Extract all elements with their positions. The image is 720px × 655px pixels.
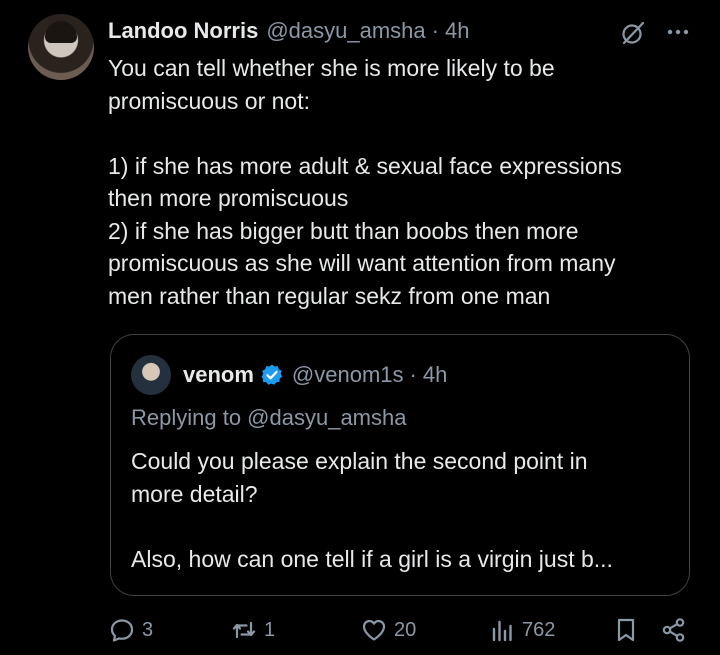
tweet-header: Landoo Norris @dasyu_amsha · 4h (108, 14, 469, 48)
tweet-text: You can tell whether she is more likely … (108, 52, 708, 312)
quoted-author-name[interactable]: venom (183, 362, 254, 388)
tweet-line: then more promiscuous (108, 185, 349, 211)
share-icon (662, 618, 685, 642)
more-icon[interactable] (664, 20, 692, 44)
author-name[interactable]: Landoo Norris (108, 18, 258, 44)
quoted-handle[interactable]: @venom1s (292, 362, 404, 388)
timestamp[interactable]: 4h (445, 18, 469, 44)
separator: · (431, 18, 439, 43)
tweet-line: 1) if she has more adult & sexual face e… (108, 152, 622, 179)
reply-icon (110, 619, 134, 642)
quoted-header: venom @venom1s · 4h (183, 359, 447, 391)
quoted-text: Could you please explain the second poin… (131, 445, 676, 575)
tweet-line: 2) if she has bigger butt than boobs the… (108, 217, 579, 244)
views-icon (492, 620, 512, 642)
repost-count: 1 (264, 618, 276, 641)
quoted-avatar[interactable] (131, 355, 171, 395)
quoted-line: more detail? (131, 480, 258, 507)
quoted-timestamp[interactable]: 4h (423, 362, 447, 388)
grok-icon[interactable] (620, 20, 646, 46)
like-button[interactable]: 20 (360, 610, 416, 650)
action-bar: 3 1 20 762 (0, 610, 720, 650)
tweet-line: You can tell whether she is more likely … (108, 55, 555, 81)
reply-count: 3 (142, 618, 154, 641)
verified-icon (261, 364, 283, 385)
repost-button[interactable]: 1 (230, 610, 275, 650)
reply-button[interactable]: 3 (108, 610, 153, 650)
views-button[interactable]: 762 (488, 610, 555, 650)
bookmark-button[interactable] (612, 610, 640, 650)
author-handle[interactable]: @dasyu_amsha (266, 18, 425, 44)
repost-icon (232, 621, 256, 639)
quoted-tweet[interactable]: venom @venom1s · 4h Replying to @dasyu_a… (110, 334, 690, 596)
bookmark-icon (617, 618, 635, 642)
share-button[interactable] (660, 610, 688, 650)
tweet-line: promiscuous or not: (108, 87, 310, 114)
view-count: 762 (522, 618, 556, 641)
tweet-line: promiscuous as she will want attention f… (108, 250, 616, 276)
tweet-line: men rather than regular sekz from one ma… (108, 282, 551, 309)
quoted-line: Could you please explain the second poin… (131, 448, 588, 474)
quoted-line: Also, how can one tell if a girl is a vi… (131, 545, 613, 572)
avatar[interactable] (28, 14, 94, 80)
replying-to[interactable]: Replying to @dasyu_amsha (131, 405, 406, 431)
separator: · (409, 362, 417, 387)
heart-icon (362, 619, 386, 641)
like-count: 20 (394, 618, 417, 641)
